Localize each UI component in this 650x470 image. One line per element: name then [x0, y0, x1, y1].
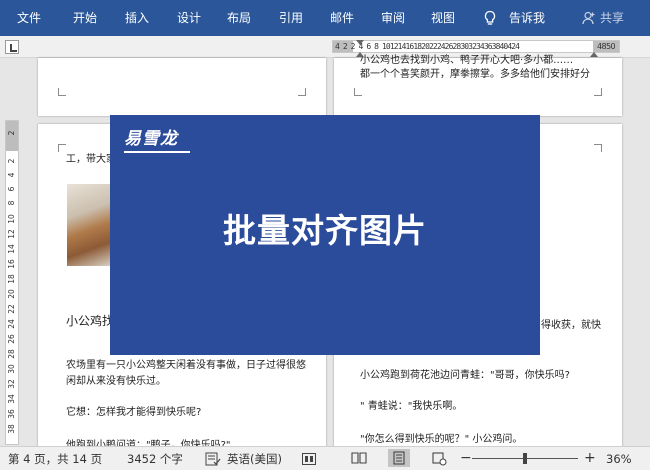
read-mode-button[interactable] — [348, 449, 370, 467]
text-line: " 青蛙说："我快乐啊。 — [360, 401, 463, 412]
vertical-ruler-label: 24 — [7, 319, 16, 329]
margin-corner — [594, 88, 602, 96]
text-line: 小公鸡跑到荷花池边问青蛙："哥哥，你快乐吗? — [360, 370, 570, 381]
zoom-in-button[interactable]: + — [584, 451, 596, 465]
margin-corner — [58, 144, 66, 152]
vertical-ruler-label: 2 — [7, 130, 16, 136]
tab-mailings[interactable]: 邮件 — [330, 11, 354, 25]
vertical-ruler-label: 2 — [7, 158, 16, 164]
ruler-numbers: 2 4 6 8 10121416182022242628303234363840… — [350, 42, 520, 51]
web-layout-button[interactable] — [428, 449, 450, 467]
margin-corner — [298, 88, 306, 96]
right-indent-marker[interactable] — [590, 52, 598, 57]
title-overlay: 易雪龙 批量对齐图片 — [110, 115, 540, 355]
vertical-ruler-label: 38 — [7, 424, 16, 434]
web-page-icon — [432, 452, 447, 466]
ruler-left-label: 4 2 — [335, 42, 348, 51]
brand-underline — [124, 151, 190, 153]
ruler-end-label: 4850 — [597, 42, 616, 51]
margin-corner — [594, 144, 602, 152]
first-line-indent-marker[interactable] — [356, 40, 364, 45]
text-line: "你怎么得到快乐的呢？" 小公鸡问。 — [360, 434, 523, 445]
tab-stop-selector[interactable] — [5, 40, 19, 54]
vertical-ruler-label: 18 — [7, 274, 16, 284]
vertical-ruler-label: 28 — [7, 349, 16, 359]
vertical-ruler-label: 14 — [7, 244, 16, 254]
word-count[interactable]: 3452 个字 — [127, 452, 183, 466]
zoom-out-button[interactable]: − — [460, 451, 472, 465]
vertical-ruler-label: 10 — [7, 214, 16, 224]
zoom-level[interactable]: 36% — [606, 452, 632, 466]
vertical-ruler[interactable]: 2 2 4 6 8 10 12 14 16 18 20 22 24 26 28 30 32 34 36 38 — [5, 120, 19, 445]
text-line: 工，带大家 — [66, 154, 116, 165]
vertical-ruler-label: 26 — [7, 334, 16, 344]
tab-file[interactable]: 文件 — [17, 11, 41, 25]
book-icon — [351, 452, 367, 464]
vertical-ruler-label: 22 — [7, 304, 16, 314]
text-line: 都一个个喜笑颜开，摩拳擦掌。多多给他们安排好分 — [360, 69, 590, 80]
macro-record-icon[interactable] — [302, 453, 316, 465]
tab-insert[interactable]: 插入 — [125, 11, 149, 25]
tab-view[interactable]: 视图 — [431, 11, 455, 25]
person-share-icon[interactable] — [582, 11, 596, 25]
ribbon-tab-bar: 文件 开始 插入 设计 布局 引用 邮件 审阅 视图 告诉我 共享 — [0, 0, 650, 36]
text-line: 小公鸡也去找到小鸡、鸭子开心大吧·多小都…… — [360, 55, 574, 66]
print-layout-button[interactable] — [388, 449, 410, 467]
text-line: 农场里有一只小公鸡整天闲着没有事做，日子过得很悠 — [66, 360, 306, 371]
vertical-ruler-label: 36 — [7, 409, 16, 419]
page-top-left — [38, 58, 326, 116]
page-top-right: 小公鸡也去找到小鸡、鸭子开心大吧·多小都…… 都一个个喜笑颜开，摩拳擦掌。多多给… — [334, 55, 622, 116]
margin-corner — [354, 88, 362, 96]
vertical-ruler-label: 30 — [7, 364, 16, 374]
vertical-ruler-label: 8 — [7, 200, 16, 206]
zoom-slider-thumb[interactable] — [523, 453, 527, 464]
vertical-ruler-label: 32 — [7, 379, 16, 389]
brand-logo: 易雪龙 — [124, 129, 178, 149]
tab-design[interactable]: 设计 — [177, 11, 201, 25]
share-button[interactable]: 共享 — [600, 11, 624, 25]
vertical-ruler-label: 16 — [7, 259, 16, 269]
text-line: 它想：怎样我才能得到快乐呢? — [66, 407, 202, 418]
lightbulb-icon[interactable] — [483, 10, 497, 27]
vertical-ruler-label: 20 — [7, 289, 16, 299]
text-line: 得收获，就快 — [541, 320, 601, 331]
dog-photo[interactable] — [67, 184, 112, 266]
page-count[interactable]: 第 4 页，共 14 页 — [8, 452, 102, 466]
vertical-ruler-label: 12 — [7, 229, 16, 239]
tab-references[interactable]: 引用 — [279, 11, 303, 25]
tab-home[interactable]: 开始 — [73, 11, 97, 25]
proofing-icon[interactable] — [205, 452, 221, 466]
vertical-ruler-label: 34 — [7, 394, 16, 404]
margin-corner — [58, 88, 66, 96]
overlay-title: 批量对齐图片 — [223, 211, 427, 250]
tell-me-search[interactable]: 告诉我 — [509, 11, 545, 25]
tab-layout[interactable]: 布局 — [227, 11, 251, 25]
text-line: 闲却从来没有快乐过。 — [66, 376, 166, 387]
tab-review[interactable]: 审阅 — [381, 11, 405, 25]
vertical-ruler-label: 6 — [7, 186, 16, 192]
horizontal-ruler[interactable]: 4 2 2 4 6 8 1012141618202224262830323436… — [332, 40, 620, 53]
section-heading: 小公鸡找 — [66, 314, 115, 328]
vertical-ruler-label: 4 — [7, 172, 16, 178]
status-bar: 第 4 页，共 14 页 3452 个字 英语(美国) − + 36% — [0, 446, 650, 470]
language-indicator[interactable]: 英语(美国) — [227, 452, 282, 466]
page-icon — [393, 451, 405, 465]
